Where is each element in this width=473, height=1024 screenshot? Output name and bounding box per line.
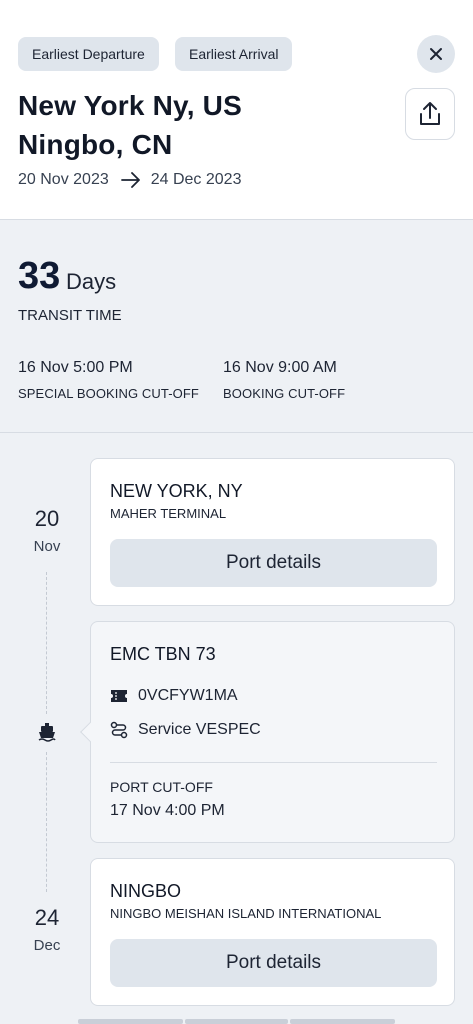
timeline-end-day: 24: [34, 905, 60, 930]
origin-terminal-name: MAHER TERMINAL: [110, 506, 227, 521]
transit-summary: 33 Days TRANSIT TIME 16 Nov 5:00 PM SPEC…: [0, 221, 473, 433]
timeline-start-date: 20 Nov: [17, 506, 77, 555]
share-icon: [420, 102, 440, 125]
booking-cutoff-label: BOOKING CUT-OFF: [223, 386, 346, 401]
voyage-number: 0VCFYW1MA: [138, 687, 238, 704]
origin-port-details-button[interactable]: Port details: [110, 539, 437, 587]
voyage-row: 0VCFYW1MA: [110, 687, 238, 705]
ticket-icon: [110, 687, 128, 705]
timeline-connector: [46, 572, 47, 714]
destination-port-card: NINGBO NINGBO MEISHAN ISLAND INTERNATION…: [90, 858, 455, 1006]
close-icon: [430, 48, 442, 60]
origin-port-name: NEW YORK, NY: [110, 481, 243, 501]
transit-time-label: TRANSIT TIME: [18, 307, 122, 324]
arrow-right-icon: [120, 172, 141, 188]
booking-cutoff-value: 16 Nov 9:00 AM: [223, 359, 337, 376]
vessel-name: EMC TBN 73: [110, 644, 216, 664]
destination-port-name: NINGBO: [110, 881, 182, 901]
port-cutoff-value: 17 Nov 4:00 PM: [110, 802, 225, 819]
close-button[interactable]: [417, 35, 455, 73]
destination-port-details-button[interactable]: Port details: [110, 939, 437, 987]
destination-title: Ningbo, CN: [18, 129, 173, 160]
scroll-indicator: [290, 1019, 395, 1024]
divider: [110, 762, 437, 763]
transit-days-unit: Days: [66, 269, 117, 294]
scroll-indicator: [185, 1019, 288, 1024]
card-pointer: [80, 722, 100, 742]
special-booking-cutoff-label: SPECIAL BOOKING CUT-OFF: [18, 386, 199, 401]
service-name: Service VESPEC: [138, 721, 261, 738]
arrival-date: 24 Dec 2023: [150, 171, 242, 188]
timeline-connector: [46, 752, 47, 892]
ship-icon: [37, 721, 57, 743]
scroll-indicator: [78, 1019, 183, 1024]
destination-terminal-name: NINGBO MEISHAN ISLAND INTERNATIONAL: [110, 906, 382, 921]
origin-port-card: NEW YORK, NY MAHER TERMINAL Port details: [90, 458, 455, 606]
timeline-start-day: 20: [34, 506, 60, 531]
special-booking-cutoff-value: 16 Nov 5:00 PM: [18, 359, 133, 376]
route-dates: 20 Nov 2023 24 Dec 2023: [18, 171, 241, 189]
share-button[interactable]: [405, 88, 455, 140]
departure-date: 20 Nov 2023: [18, 171, 109, 188]
timeline-end-date: 24 Dec: [17, 905, 77, 954]
port-cutoff-label: PORT CUT-OFF: [110, 779, 213, 795]
filter-chip-earliest-departure[interactable]: Earliest Departure: [18, 37, 159, 71]
route-icon: [110, 721, 128, 739]
route-header: Earliest Departure Earliest Arrival New …: [0, 0, 473, 220]
transit-days-value: 33: [18, 255, 61, 297]
filter-chip-earliest-arrival[interactable]: Earliest Arrival: [175, 37, 293, 71]
service-row: Service VESPEC: [110, 721, 261, 739]
timeline-end-month: Dec: [33, 937, 61, 954]
vessel-card: EMC TBN 73 0VCFYW1MA Service VESPEC PORT…: [80, 621, 455, 843]
timeline-start-month: Nov: [33, 538, 61, 555]
origin-title: New York Ny, US: [18, 90, 242, 121]
